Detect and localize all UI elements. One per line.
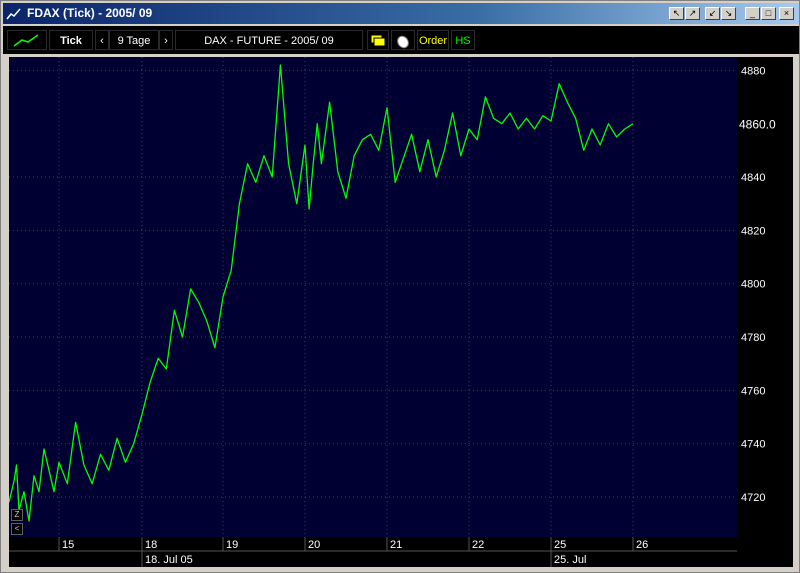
y-tick-label: 4840 [741,172,765,184]
arrange-up-right-button[interactable]: ↗ [685,7,700,20]
windows-icon [370,34,386,47]
x-day-label: 15 [62,539,74,551]
period-next-button[interactable]: › [159,30,173,50]
y-axis-panel [737,57,793,567]
x-day-label: 22 [472,539,484,551]
order-button[interactable]: Order [417,30,449,50]
x-date-label: 18. Jul 05 [145,554,193,566]
x-day-label: 25 [554,539,566,551]
chart-window: FDAX (Tick) - 2005/ 09 ↖ ↗ ↙ ↘ _ □ × Tic… [0,0,800,573]
y-tick-label: 4880 [741,65,765,77]
hs-button[interactable]: HS [451,30,475,50]
y-tick-label: 4800 [741,279,765,291]
x-day-label: 26 [636,539,648,551]
tick-mode-button[interactable]: Tick [49,30,93,50]
mouse-button[interactable] [391,30,415,50]
plot-background [9,57,737,537]
chart-app-icon [6,8,21,20]
mouse-icon [397,35,409,49]
arrange-down-right-button[interactable]: ↘ [721,7,736,20]
minimize-button[interactable]: _ [745,7,760,20]
instrument-label: DAX - FUTURE - 2005/ 09 [175,30,363,50]
window-title: FDAX (Tick) - 2005/ 09 [27,6,153,20]
close-button[interactable]: × [779,7,794,20]
last-price-label: 4860.0 [739,118,776,132]
y-tick-label: 4740 [741,439,765,451]
title-bar[interactable]: FDAX (Tick) - 2005/ 09 ↖ ↗ ↙ ↘ _ □ × [3,3,799,24]
y-tick-label: 4760 [741,385,765,397]
scroll-left-button[interactable]: < [11,523,23,535]
y-tick-label: 4780 [741,332,765,344]
x-axis-panel [9,537,737,567]
x-day-label: 20 [308,539,320,551]
chart-toolbar: Tick ‹ 9 Tage › DAX - FUTURE - 2005/ 09 … [3,26,799,54]
y-tick-label: 4820 [741,225,765,237]
y-tick-label: 4720 [741,492,765,504]
zoom-button[interactable]: Z [11,509,23,521]
arrange-up-left-button[interactable]: ↖ [669,7,684,20]
x-day-label: 19 [226,539,238,551]
windows-button[interactable] [367,30,389,50]
x-day-label: 18 [145,539,157,551]
line-chart-icon [13,34,39,47]
period-field[interactable]: 9 Tage [109,30,159,50]
chart-area[interactable]: 4720 4740 4760 4780 4800 4820 4840 4880 15 18 19 20… [9,57,793,567]
period-prev-button[interactable]: ‹ [95,30,109,50]
price-chart: 4720 4740 4760 4780 4800 4820 4840 4880 15 18 19 20… [9,57,793,567]
maximize-button[interactable]: □ [761,7,776,20]
x-date-label: 25. Jul [554,554,586,566]
chart-type-button[interactable] [7,30,47,50]
arrange-down-left-button[interactable]: ↙ [705,7,720,20]
x-day-label: 21 [390,539,402,551]
